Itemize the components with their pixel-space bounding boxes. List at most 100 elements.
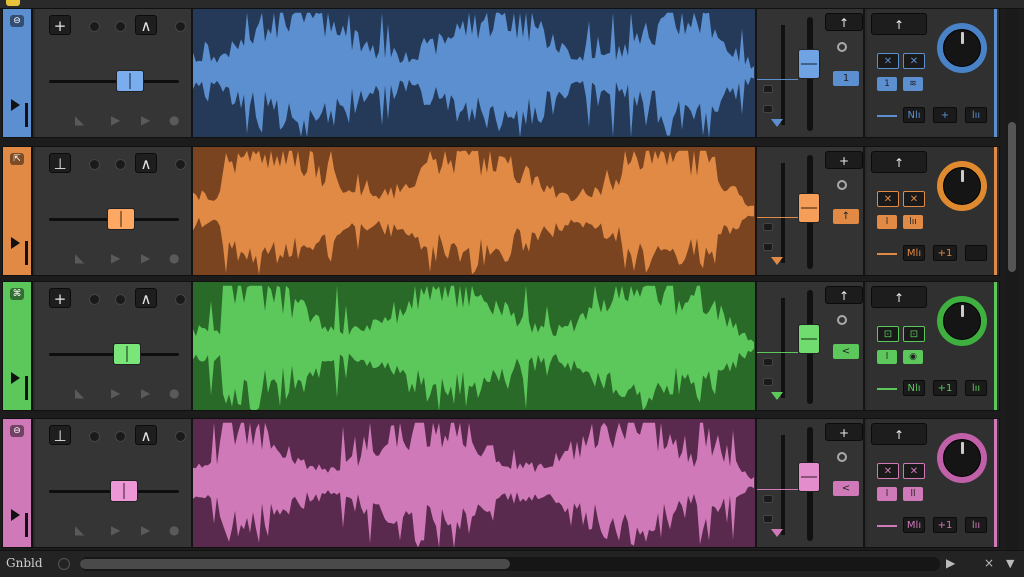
meter-button[interactable]: +	[825, 423, 863, 441]
gain-knob[interactable]	[943, 29, 981, 67]
record-icon[interactable]: ●	[169, 251, 179, 265]
record-icon[interactable]: ●	[169, 113, 179, 127]
toggle-dot-icon[interactable]	[175, 21, 186, 32]
fx-small-button[interactable]: +1	[933, 245, 957, 261]
play-icon[interactable]: ▶	[111, 251, 120, 265]
toggle-dot-icon[interactable]	[89, 21, 100, 32]
play-icon[interactable]	[11, 372, 20, 384]
pan-icon[interactable]	[837, 315, 847, 325]
fx-small-button[interactable]: Nlı	[903, 107, 925, 123]
fx-chip[interactable]: ✕	[903, 191, 925, 207]
fx-small-button[interactable]	[965, 245, 987, 261]
fx-chip[interactable]: ✕	[877, 191, 899, 207]
track-type-icon[interactable]: ⊖	[10, 425, 24, 437]
fx-small-button[interactable]: Nlı	[903, 380, 925, 396]
track-color-strip[interactable]: ⌘	[3, 282, 33, 410]
fx-small-button[interactable]: +	[933, 107, 957, 123]
horizontal-scrollbar-thumb[interactable]	[80, 559, 510, 569]
track-type-icon[interactable]: ⊖	[10, 15, 24, 27]
play-icon[interactable]	[11, 509, 20, 521]
toggle-dot-icon[interactable]	[89, 431, 100, 442]
add-button[interactable]: ⊥	[49, 425, 71, 445]
meter-button[interactable]: +	[825, 151, 863, 169]
fx-top-button[interactable]: ↑	[871, 13, 927, 35]
fx-chip[interactable]: 1	[877, 77, 897, 91]
add-button[interactable]: ⊥	[49, 153, 71, 173]
fx-top-button[interactable]: ↑	[871, 423, 927, 445]
fx-chip[interactable]: l	[877, 350, 897, 364]
toggle-dot-icon[interactable]	[115, 159, 126, 170]
play-icon[interactable]	[11, 237, 20, 249]
mute-icon[interactable]: ◣	[75, 386, 84, 400]
down-arrow-icon[interactable]	[771, 257, 783, 265]
mute-icon[interactable]: ◣	[75, 523, 84, 537]
fx-chip[interactable]: l	[877, 487, 897, 501]
gain-knob[interactable]	[943, 439, 981, 477]
volume-slider-thumb[interactable]	[110, 480, 139, 502]
fx-chip[interactable]: l	[877, 215, 897, 229]
fx-chip[interactable]: ✕	[903, 463, 925, 479]
play-icon[interactable]: ▶	[111, 523, 120, 537]
down-arrow-icon[interactable]	[771, 529, 783, 537]
fx-small-button[interactable]: lıı	[965, 380, 987, 396]
play-icon[interactable]: ▶	[141, 386, 150, 400]
waveform[interactable]	[193, 282, 755, 410]
meter-tag[interactable]: <	[833, 481, 859, 496]
scroll-down-icon[interactable]: ▼	[1006, 557, 1014, 570]
fx-small-button[interactable]: +1	[933, 380, 957, 396]
mute-icon[interactable]: ◣	[75, 251, 84, 265]
play-icon[interactable]: ▶	[946, 556, 955, 570]
track-color-strip[interactable]: ⊖	[3, 9, 33, 137]
play-icon[interactable]: ▶	[141, 251, 150, 265]
waveform[interactable]	[193, 147, 755, 275]
toggle-dot-icon[interactable]	[175, 159, 186, 170]
playhead-marker[interactable]	[6, 0, 20, 6]
waveform[interactable]	[193, 9, 755, 137]
pan-icon[interactable]	[837, 180, 847, 190]
add-button[interactable]: +	[49, 15, 71, 35]
mute-icon[interactable]: ◣	[75, 113, 84, 127]
waveform[interactable]	[193, 419, 755, 547]
fx-small-button[interactable]: +1	[933, 517, 957, 533]
down-arrow-icon[interactable]	[771, 392, 783, 400]
record-icon[interactable]: ●	[169, 386, 179, 400]
track-color-strip[interactable]: ⇱	[3, 147, 33, 275]
fx-chip[interactable]: ✕	[877, 53, 899, 69]
fx-small-button[interactable]: Mlı	[903, 245, 925, 261]
fader-cap[interactable]	[798, 192, 820, 223]
volume-slider-thumb[interactable]	[113, 343, 141, 365]
fader-cap[interactable]	[798, 462, 820, 493]
record-icon[interactable]	[58, 558, 70, 570]
down-arrow-icon[interactable]	[771, 119, 783, 127]
fx-chip[interactable]: ✕	[877, 463, 899, 479]
horizontal-scrollbar[interactable]	[80, 557, 940, 571]
envelope-button[interactable]: ∧	[135, 153, 157, 173]
toggle-dot-icon[interactable]	[115, 431, 126, 442]
record-icon[interactable]: ●	[169, 523, 179, 537]
meter-tag[interactable]: 1	[833, 71, 859, 86]
meter-button[interactable]: ↑	[825, 13, 863, 31]
fx-small-button[interactable]: lıı	[965, 107, 987, 123]
fader-cap[interactable]	[798, 323, 820, 354]
toggle-dot-icon[interactable]	[115, 294, 126, 305]
toggle-dot-icon[interactable]	[89, 159, 100, 170]
fader-cap[interactable]	[798, 48, 820, 79]
play-icon[interactable]: ▶	[141, 523, 150, 537]
track-color-strip[interactable]: ⊖	[3, 419, 33, 547]
fx-chip[interactable]: ⊡	[903, 326, 925, 342]
pan-icon[interactable]	[837, 452, 847, 462]
toggle-dot-icon[interactable]	[89, 294, 100, 305]
toggle-dot-icon[interactable]	[175, 294, 186, 305]
play-icon[interactable]: ▶	[111, 113, 120, 127]
toggle-dot-icon[interactable]	[115, 21, 126, 32]
track-type-icon[interactable]: ⌘	[10, 288, 24, 300]
track-type-icon[interactable]: ⇱	[10, 153, 24, 165]
envelope-button[interactable]: ∧	[135, 15, 157, 35]
envelope-button[interactable]: ∧	[135, 288, 157, 308]
volume-slider-thumb[interactable]	[115, 70, 144, 92]
gain-knob[interactable]	[943, 167, 981, 205]
meter-tag[interactable]: <	[833, 344, 859, 359]
fx-small-button[interactable]: Mlı	[903, 517, 925, 533]
gain-knob[interactable]	[943, 302, 981, 340]
meter-button[interactable]: ↑	[825, 286, 863, 304]
